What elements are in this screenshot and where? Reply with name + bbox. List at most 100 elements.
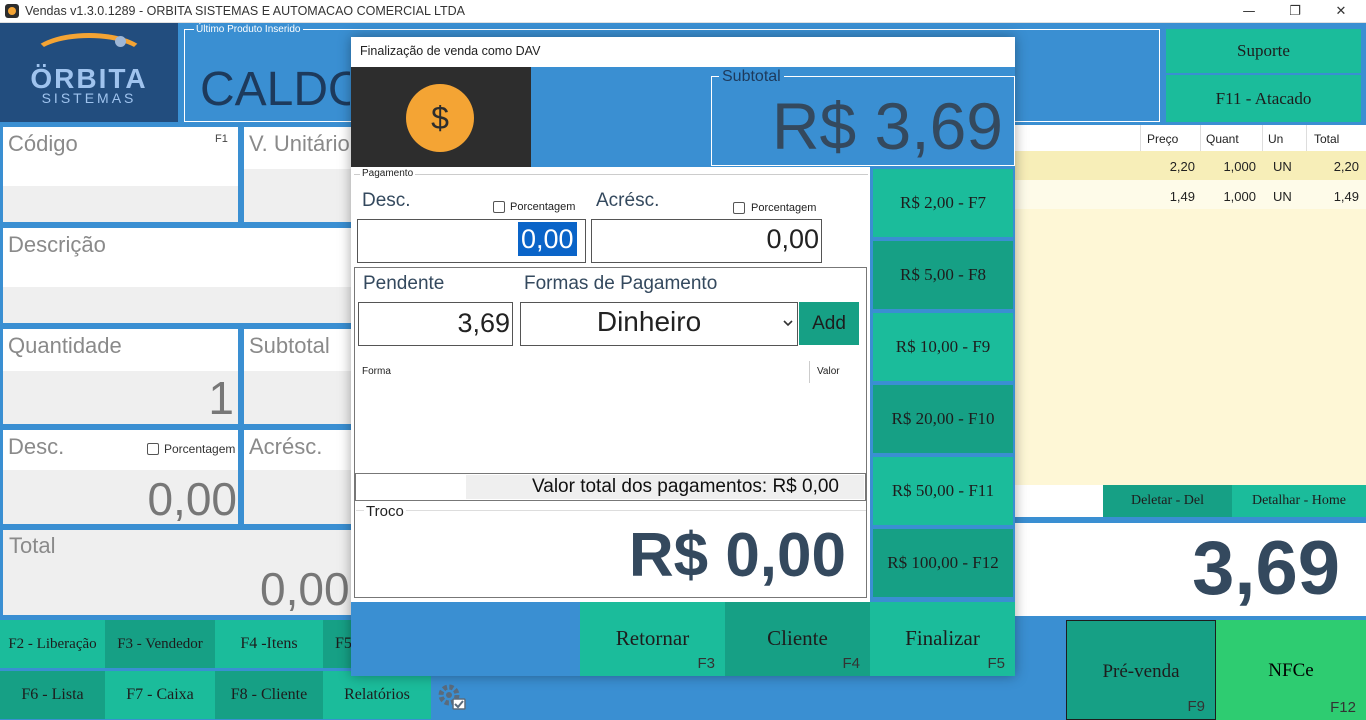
col-divider: [1200, 125, 1201, 151]
logo-dot-icon: [115, 36, 126, 47]
dialog-subtotal-value: R$ 3,69: [771, 89, 1003, 163]
desc-percent-label: Porcentagem: [164, 442, 236, 456]
relatorios-button[interactable]: Relatórios: [323, 671, 431, 719]
cliente-button[interactable]: Cliente F4: [725, 602, 870, 676]
codigo-key: F1: [215, 133, 228, 145]
maximize-button[interactable]: ❐: [1272, 0, 1318, 23]
logo: ÖRBITA SISTEMAS: [0, 23, 178, 122]
window-title: Vendas v1.3.0.1289 - ORBITA SISTEMAS E A…: [25, 4, 465, 18]
prevenda-button[interactable]: Pré-venda F9: [1066, 620, 1216, 720]
minimize-button[interactable]: —: [1226, 0, 1272, 23]
quantidade-value: 1: [208, 372, 234, 424]
dialog-subtotal-label: Subtotal: [719, 68, 784, 86]
col-preco[interactable]: Preço: [1147, 132, 1178, 146]
subtotal-label: Subtotal: [249, 333, 330, 358]
pagamentos-list[interactable]: [356, 360, 866, 473]
f5-button[interactable]: F5: [323, 620, 352, 668]
finalizar-label: Finalizar: [905, 626, 980, 650]
quick-100-button[interactable]: R$ 100,00 - F12: [873, 529, 1013, 597]
col-divider: [1140, 125, 1141, 151]
dialog-acresc-label: Acrésc.: [596, 190, 660, 211]
total-label: Total: [9, 533, 56, 558]
row-total: 2,20: [1333, 159, 1359, 174]
dollar-coin-icon: $: [406, 84, 474, 152]
dialog-acresc-value: 0,00: [766, 224, 819, 254]
row-preco: 2,20: [1169, 159, 1195, 174]
forma-selected-value: Dinheiro: [596, 306, 702, 337]
unitario-input[interactable]: [244, 169, 351, 222]
col-divider: [1306, 125, 1307, 151]
f3-vendedor-button[interactable]: F3 - Vendedor: [105, 620, 215, 668]
acresc-label: Acrésc.: [249, 434, 323, 459]
col-quant[interactable]: Quant: [1206, 132, 1239, 146]
grand-total-value: 3,69: [1192, 526, 1340, 611]
prevenda-key: F9: [1187, 698, 1205, 715]
quick-50-button[interactable]: R$ 50,00 - F11: [873, 457, 1013, 525]
table-search-box[interactable]: [1015, 485, 1103, 517]
close-button[interactable]: ✕: [1318, 0, 1364, 23]
dialog-desc-label: Desc.: [362, 190, 411, 211]
subtotal-input: [244, 371, 351, 424]
formas-label: Formas de Pagamento: [524, 273, 718, 294]
acresc-input[interactable]: [244, 470, 351, 524]
row-un: UN: [1273, 189, 1292, 204]
pendente-label: Pendente: [363, 273, 445, 294]
last-product-value: CALDO: [200, 63, 350, 116]
settings-gear-icon[interactable]: [436, 681, 468, 713]
quantidade-label: Quantidade: [8, 333, 122, 358]
add-button[interactable]: Add: [799, 302, 859, 345]
cliente-label: Cliente: [767, 626, 828, 650]
finalizar-key: F5: [987, 655, 1005, 672]
col-un[interactable]: Un: [1268, 132, 1283, 146]
logo-subtitle: SISTEMAS: [41, 90, 137, 106]
desc-value: 0,00: [147, 473, 237, 525]
dialog-desc-value: 0,00: [518, 222, 577, 256]
unitario-label: V. Unitário: [249, 131, 350, 156]
desc-percent-checkbox[interactable]: [147, 443, 159, 455]
suporte-button[interactable]: Suporte: [1166, 29, 1361, 73]
quick-2-button[interactable]: R$ 2,00 - F7: [873, 169, 1013, 237]
row-quant: 1,000: [1223, 159, 1256, 174]
last-product-label: Último Produto Inserido: [194, 24, 303, 35]
f6-lista-button[interactable]: F6 - Lista: [0, 671, 105, 719]
quick-20-button[interactable]: R$ 20,00 - F10: [873, 385, 1013, 453]
total-pagamentos-value: Valor total dos pagamentos: R$ 0,00: [531, 476, 839, 497]
detalhar-button[interactable]: Detalhar - Home: [1232, 485, 1366, 517]
row-quant: 1,000: [1223, 189, 1256, 204]
dialog-acresc-percent-checkbox[interactable]: [733, 202, 745, 214]
finalizar-button[interactable]: Finalizar F5: [870, 602, 1015, 676]
pendente-value: 3,69: [457, 308, 510, 338]
nfce-button[interactable]: NFCe F12: [1216, 620, 1366, 720]
descricao-input[interactable]: [3, 287, 351, 323]
row-total: 1,49: [1333, 189, 1359, 204]
atacado-button[interactable]: F11 - Atacado: [1166, 75, 1361, 122]
col-total[interactable]: Total: [1314, 132, 1339, 146]
codigo-input[interactable]: [3, 186, 238, 222]
retornar-key: F3: [697, 655, 715, 672]
troco-divider: [356, 510, 866, 511]
f2-liberacao-button[interactable]: F2 - Liberação: [0, 620, 105, 668]
dialog-desc-percent-label: Porcentagem: [510, 201, 576, 213]
nfce-key: F12: [1330, 699, 1356, 716]
total-value: 0,00: [260, 563, 350, 615]
row-preco: 1,49: [1169, 189, 1195, 204]
cliente-key: F4: [842, 655, 860, 672]
descricao-label: Descrição: [8, 232, 106, 257]
dialog-acresc-percent-label: Porcentagem: [751, 202, 817, 214]
deletar-button[interactable]: Deletar - Del: [1103, 485, 1232, 517]
row-un: UN: [1273, 159, 1292, 174]
app-icon: [5, 4, 19, 18]
chevron-down-icon: [781, 316, 795, 330]
quick-10-button[interactable]: R$ 10,00 - F9: [873, 313, 1013, 381]
prevenda-label: Pré-venda: [1102, 661, 1180, 682]
dialog-title: Finalização de venda como DAV: [360, 44, 541, 58]
desc-label: Desc.: [8, 434, 65, 459]
f4-itens-button[interactable]: F4 -Itens: [215, 620, 323, 668]
retornar-label: Retornar: [615, 626, 690, 650]
f8-cliente-button[interactable]: F8 - Cliente: [215, 671, 323, 719]
troco-label: Troco: [364, 503, 406, 520]
quick-5-button[interactable]: R$ 5,00 - F8: [873, 241, 1013, 309]
f7-caixa-button[interactable]: F7 - Caixa: [105, 671, 215, 719]
retornar-button[interactable]: Retornar F3: [580, 602, 725, 676]
dialog-desc-percent-checkbox[interactable]: [493, 201, 505, 213]
